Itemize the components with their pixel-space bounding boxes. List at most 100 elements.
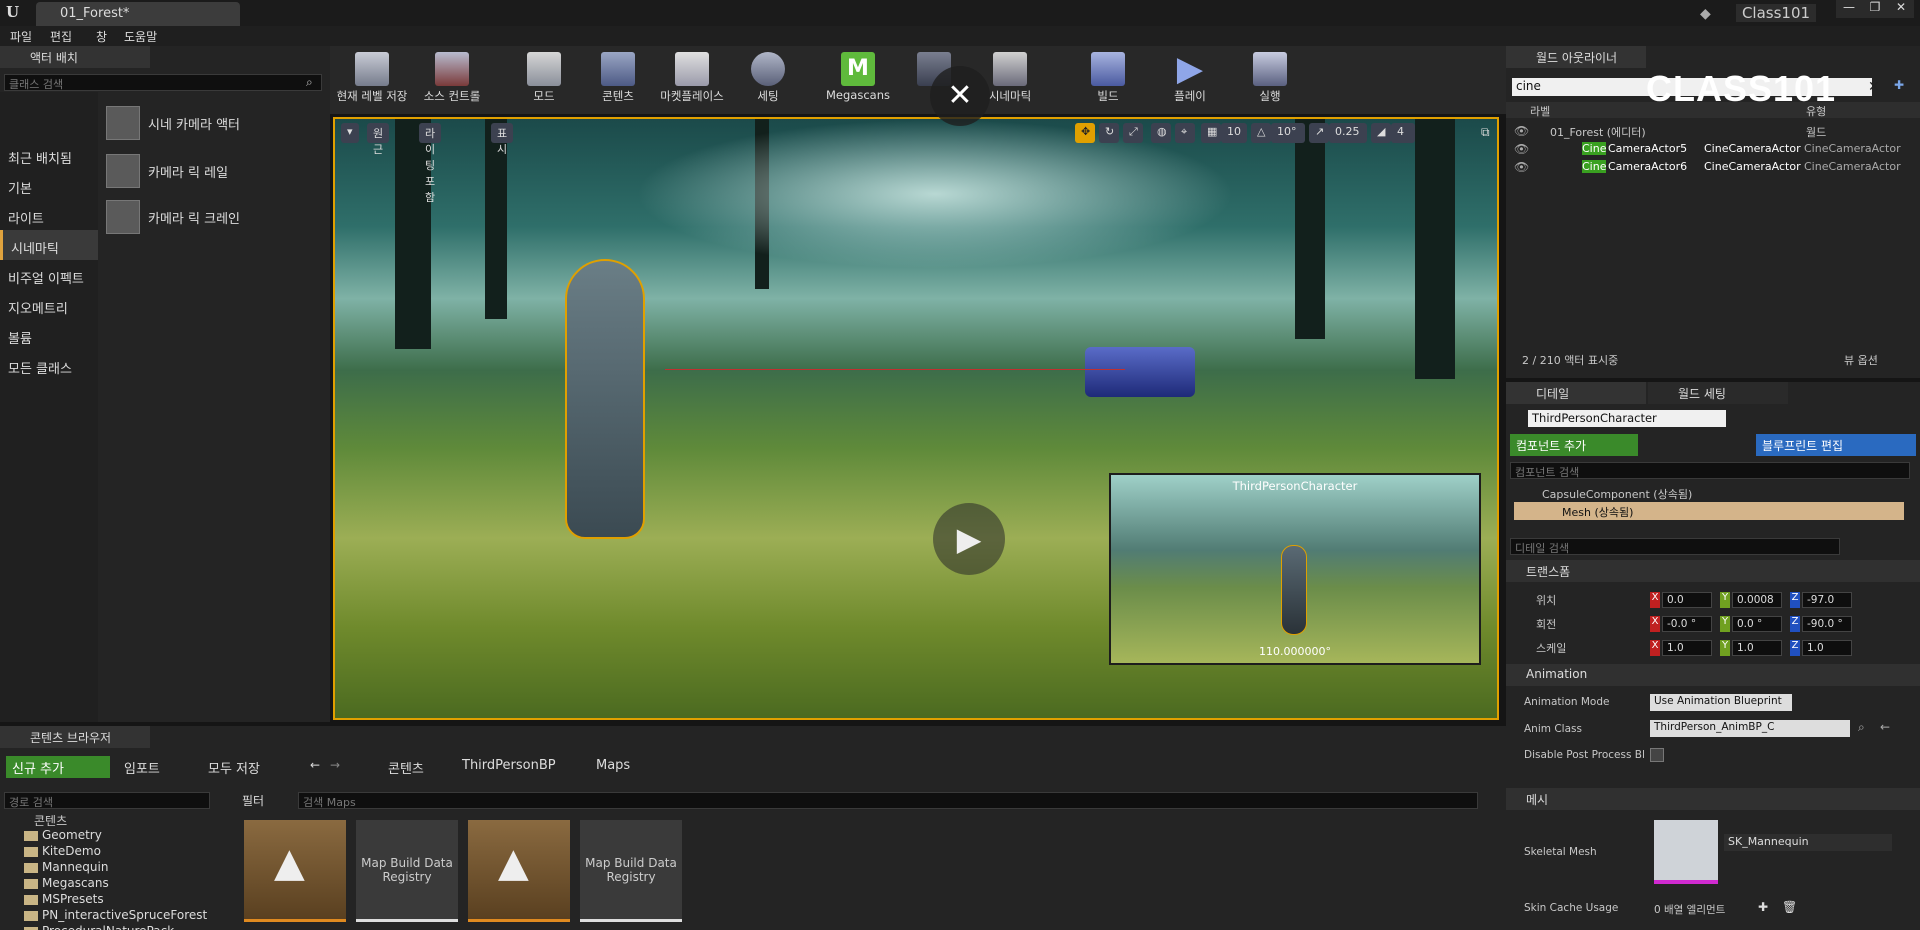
disable-post-process-checkbox[interactable] xyxy=(1650,748,1664,762)
rotation-z-field[interactable]: -90.0 ° xyxy=(1802,616,1852,632)
rotation-x-field[interactable]: -0.0 ° xyxy=(1662,616,1712,632)
skeletal-mesh-select[interactable]: SK_Mannequin xyxy=(1724,834,1892,851)
camera-rig-crane-item[interactable]: 카메라 릭 크레인 xyxy=(106,196,326,236)
breadcrumb-thirdpersonbp[interactable]: ThirdPersonBP xyxy=(462,758,556,773)
cine-camera-actor-item[interactable]: 시네 카메라 액터 xyxy=(106,102,326,142)
world-outliner-tab[interactable]: 월드 아웃라이너 xyxy=(1506,46,1646,68)
scale-snap-icon[interactable]: ↗ xyxy=(1309,123,1329,143)
use-selected-icon[interactable]: ← xyxy=(1880,720,1890,734)
rotation-snap-icon[interactable]: △ xyxy=(1251,123,1271,143)
save-all-button[interactable]: 모두 저장 xyxy=(208,758,260,777)
visibility-eye-icon[interactable]: 👁 xyxy=(1514,124,1529,138)
type-column-header[interactable]: 유형 xyxy=(1806,103,1826,119)
close-window-icon[interactable]: ✕ xyxy=(1888,0,1914,18)
location-x-field[interactable]: 0.0 xyxy=(1662,592,1712,608)
scale-snap-value[interactable]: 0.25 xyxy=(1329,123,1367,143)
menu-window[interactable]: 창 xyxy=(96,28,107,45)
lit-mode-button[interactable]: 라이팅포함 xyxy=(419,123,442,204)
clear-search-icon[interactable]: ✕ xyxy=(1868,79,1880,95)
breadcrumb-content[interactable]: 콘텐츠 xyxy=(388,758,424,777)
browse-icon[interactable]: ⌕ xyxy=(1858,720,1865,735)
visibility-eye-icon[interactable]: 👁 xyxy=(1514,142,1529,156)
map-build-data-tile[interactable]: Map Build Data Registry xyxy=(356,820,458,922)
add-element-icon[interactable]: ✚ xyxy=(1758,900,1768,914)
scale-label[interactable]: 스케일 xyxy=(1536,640,1566,656)
play-button[interactable]: ▶ 플레이 xyxy=(1152,50,1228,112)
add-component-button[interactable]: 컴포넌트 추가 xyxy=(1510,434,1638,456)
save-level-button[interactable]: 현재 레벨 저장 xyxy=(334,50,410,112)
category-all-classes[interactable]: 모든 클래스 xyxy=(0,350,98,380)
animation-section[interactable]: Animation xyxy=(1506,664,1920,686)
rotate-icon[interactable]: ↻ xyxy=(1099,123,1119,143)
rotation-y-field[interactable]: 0.0 ° xyxy=(1732,616,1782,632)
animation-mode-select[interactable]: Use Animation Blueprint xyxy=(1650,694,1792,711)
trash-icon[interactable]: 🗑 xyxy=(1782,900,1797,914)
forward-icon[interactable]: → xyxy=(330,758,340,772)
settings-button[interactable]: 세팅 xyxy=(730,50,806,112)
category-basic[interactable]: 기본 xyxy=(0,170,98,200)
details-search-input[interactable]: 디테일 검색 xyxy=(1510,538,1840,555)
translate-icon[interactable]: ✥ xyxy=(1075,123,1095,143)
outliner-row-camera6[interactable]: 👁 Cine CameraActor6 CineCameraActor Cine… xyxy=(1506,160,1920,176)
map-asset-tile[interactable]: ▲ xyxy=(244,820,346,922)
level-tab[interactable]: 01_Forest* xyxy=(36,2,240,26)
scale-z-field[interactable]: 1.0 xyxy=(1802,640,1852,656)
path-search-input[interactable]: 경로 검색 xyxy=(4,792,210,809)
import-button[interactable]: 임포트 xyxy=(124,758,160,777)
grid-snap-icon[interactable]: ▦ xyxy=(1201,123,1221,143)
menu-file[interactable]: 파일 xyxy=(10,28,32,45)
component-search-input[interactable]: 컴포넌트 검색 xyxy=(1510,462,1910,479)
anim-class-select[interactable]: ThirdPerson_AnimBP_C xyxy=(1650,720,1850,737)
category-cinematic[interactable]: 시네마틱 xyxy=(0,230,98,260)
folder-mspresets[interactable]: MSPresets xyxy=(18,892,104,907)
modes-button[interactable]: 모드 xyxy=(506,50,582,112)
scale-x-field[interactable]: 1.0 xyxy=(1662,640,1712,656)
category-recent[interactable]: 최근 배치됨 xyxy=(0,140,98,170)
level-viewport[interactable]: ▾ 원근 라이팅포함 표시 ✥ ↻ ⤢ ◍ ⌖ ▦ 10 △ 10° ↗ 0.2… xyxy=(333,117,1499,720)
source-control-button[interactable]: 소스 컨트롤 xyxy=(414,50,490,112)
location-z-field[interactable]: -97.0 xyxy=(1802,592,1852,608)
video-play-icon[interactable]: ▶ xyxy=(933,503,1005,575)
show-button[interactable]: 표시 xyxy=(491,123,514,156)
mesh-component-item[interactable]: Mesh (상속됨) xyxy=(1514,502,1904,520)
map-build-data-tile[interactable]: Map Build Data Registry xyxy=(580,820,682,922)
folder-procedural-nature[interactable]: ProceduralNaturePack xyxy=(18,924,174,930)
folder-geometry[interactable]: Geometry xyxy=(18,828,102,843)
transform-section[interactable]: 트랜스폼 xyxy=(1506,560,1920,582)
visibility-eye-icon[interactable]: 👁 xyxy=(1514,160,1529,174)
rotation-label[interactable]: 회전 xyxy=(1536,616,1556,632)
folder-mannequin[interactable]: Mannequin xyxy=(18,860,108,875)
world-settings-tab[interactable]: 월드 세팅 xyxy=(1648,382,1788,404)
folder-kitedemo[interactable]: KiteDemo xyxy=(18,844,101,859)
folder-pn-spruce-forest[interactable]: PN_interactiveSpruceForest xyxy=(18,908,207,923)
scale-y-field[interactable]: 1.0 xyxy=(1732,640,1782,656)
actor-name-field[interactable]: ThirdPersonCharacter xyxy=(1528,410,1726,427)
mesh-thumbnail[interactable] xyxy=(1654,820,1718,884)
minimize-icon[interactable]: — xyxy=(1836,0,1862,18)
scale-icon[interactable]: ⤢ xyxy=(1123,123,1143,143)
perspective-button[interactable]: 원근 xyxy=(367,123,390,156)
megascans-button[interactable]: M Megascans xyxy=(820,50,896,112)
camera-rig-rail-item[interactable]: 카메라 릭 레일 xyxy=(106,150,326,190)
world-icon[interactable]: ◍ xyxy=(1151,123,1171,143)
camera-speed-icon[interactable]: ◢ xyxy=(1371,123,1391,143)
outliner-row-world[interactable]: 👁 01_Forest (에디터) 월드 xyxy=(1506,124,1920,140)
details-tab[interactable]: 디테일 xyxy=(1506,382,1646,404)
rotation-snap-value[interactable]: 10° xyxy=(1271,123,1305,143)
folder-megascans[interactable]: Megascans xyxy=(18,876,109,891)
cine-camera-actor[interactable] xyxy=(1085,347,1195,397)
filter-button[interactable]: 필터 xyxy=(242,792,264,808)
label-column-header[interactable]: 라벨 xyxy=(1530,103,1550,119)
location-y-field[interactable]: 0.0008 xyxy=(1732,592,1782,608)
marketplace-button[interactable]: 마켓플레이스 xyxy=(654,50,730,112)
asset-search-input[interactable]: 검색 Maps xyxy=(298,792,1478,809)
class-search-input[interactable]: 클래스 검색 xyxy=(4,74,322,91)
map-asset-tile[interactable]: ▲ xyxy=(468,820,570,922)
add-filter-icon[interactable]: ✚ xyxy=(1894,78,1904,92)
grid-snap-value[interactable]: 10 xyxy=(1221,123,1247,143)
surface-snap-icon[interactable]: ⌖ xyxy=(1175,123,1195,143)
content-button[interactable]: 콘텐츠 xyxy=(580,50,656,112)
category-volumes[interactable]: 볼륨 xyxy=(0,320,98,350)
tree-root[interactable]: 콘텐츠 xyxy=(34,812,67,829)
maximize-viewport-icon[interactable]: ⧉ xyxy=(1481,125,1490,140)
